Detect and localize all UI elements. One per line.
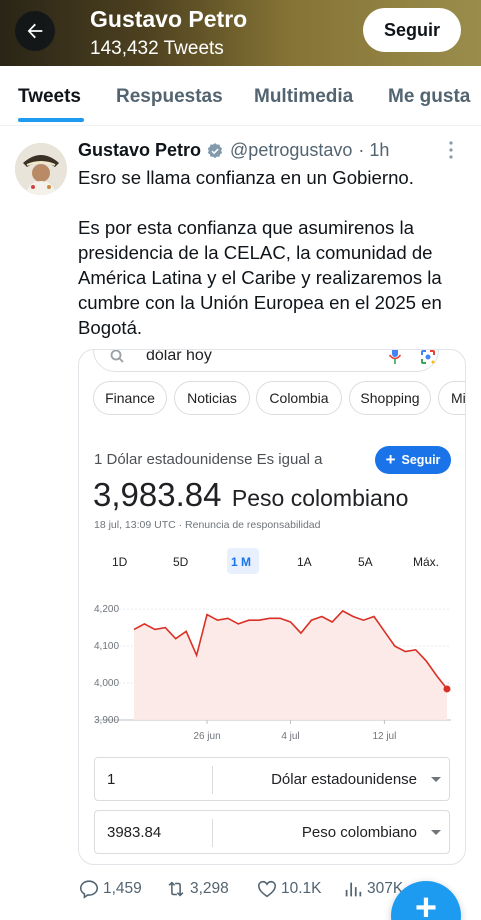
range-max[interactable]: Máx.	[413, 555, 439, 569]
chip-finance[interactable]: Finance	[93, 381, 167, 415]
analytics-icon	[345, 882, 362, 897]
range-5d[interactable]: 5D	[173, 555, 188, 569]
tweet-text: Esro se llama confianza en un Gobierno. …	[78, 165, 473, 340]
range-1a[interactable]: 1A	[297, 555, 312, 569]
tweet-time: · 1h	[358, 140, 390, 160]
active-tab-indicator	[18, 118, 84, 122]
retweet-count: 3,298	[190, 880, 229, 897]
exchange-rate: 3,983.84 Peso colombiano	[93, 476, 408, 514]
dropdown-caret-icon	[431, 830, 441, 835]
profile-tabs: Tweets Respuestas Multimedia Me gusta	[0, 66, 481, 126]
y-tick-label: 4,000	[94, 678, 119, 689]
from-amount[interactable]: 1	[107, 771, 115, 788]
dropdown-caret-icon	[431, 777, 441, 782]
reply-icon	[79, 880, 99, 899]
tweet-header: Gustavo Petro @petrogustavo · 1h	[78, 140, 389, 161]
y-tick-label: 3,900	[94, 715, 119, 726]
x-tick-label: 26 jun	[193, 731, 220, 742]
chip-noticias[interactable]: Noticias	[174, 381, 250, 415]
divider	[212, 766, 213, 794]
tweet-text-line1: Esro se llama confianza en un Gobierno.	[78, 167, 414, 188]
plus-icon: +	[414, 887, 438, 920]
tab-respuestas[interactable]: Respuestas	[116, 86, 223, 108]
google-follow-button[interactable]: + Seguir	[375, 446, 451, 474]
more-options-icon[interactable]	[448, 140, 454, 165]
search-icon	[110, 350, 124, 363]
heart-icon	[257, 880, 277, 898]
last-point-marker	[443, 685, 451, 693]
verified-badge-icon	[207, 142, 223, 158]
views-button[interactable]: 307K	[342, 878, 403, 900]
arrow-left-icon	[27, 23, 43, 39]
like-count: 10.1K	[281, 880, 322, 897]
plus-icon: +	[385, 449, 396, 469]
reply-count: 1,459	[103, 880, 142, 897]
tweet-handle[interactable]: @petrogustavo	[230, 140, 352, 161]
chip-colombia[interactable]: Colombia	[256, 381, 342, 415]
y-tick-label: 4,100	[94, 641, 119, 652]
divider	[212, 819, 213, 847]
retweet-button[interactable]: 3,298	[165, 878, 229, 900]
tweet-image-google-converter[interactable]: dólar hoy Finance Noticias Colombia Shop…	[78, 349, 466, 865]
google-search-bar: dólar hoy	[93, 349, 439, 372]
back-button[interactable]	[15, 11, 55, 51]
x-tick-label: 4 jul	[281, 731, 299, 742]
chip-shopping[interactable]: Shopping	[349, 381, 431, 415]
from-currency-row[interactable]: 1 Dólar estadounidense	[94, 757, 450, 801]
rate-value: 3,983.84	[93, 476, 222, 513]
tab-multimedia[interactable]: Multimedia	[254, 86, 353, 108]
profile-name: Gustavo Petro	[90, 6, 248, 32]
tweet-count: 143,432 Tweets	[90, 38, 224, 59]
x-tick-label: 12 jul	[372, 731, 396, 742]
range-5a[interactable]: 5A	[358, 555, 373, 569]
range-1d[interactable]: 1D	[112, 555, 127, 569]
chip-mi[interactable]: Mi	[438, 381, 465, 415]
y-tick-label: 4,200	[94, 604, 119, 615]
range-1m[interactable]: 1 M	[231, 555, 251, 569]
avatar-image	[15, 143, 67, 195]
avatar[interactable]	[15, 143, 67, 195]
profile-header: Gustavo Petro 143,432 Tweets Seguir	[0, 0, 481, 66]
exchange-rate-chart[interactable]: 4,200 4,100 4,000 3,900 26 jun 4 jul 12 jul	[79, 590, 466, 750]
follow-button[interactable]: Seguir	[363, 8, 461, 52]
to-amount[interactable]: 3983.84	[107, 824, 161, 841]
google-lens-icon	[421, 350, 435, 364]
tab-me-gusta[interactable]: Me gusta	[388, 86, 470, 108]
retweet-icon	[168, 881, 184, 897]
to-currency-row[interactable]: 3983.84 Peso colombiano	[94, 810, 450, 854]
like-button[interactable]: 10.1K	[256, 878, 322, 900]
rate-timestamp: 18 jul, 13:09 UTC · Renuncia de responsa…	[94, 519, 321, 531]
to-currency-select[interactable]: Peso colombiano	[302, 824, 417, 841]
search-query: dólar hoy	[146, 349, 212, 364]
microphone-icon	[388, 350, 402, 364]
rate-currency: Peso colombiano	[231, 485, 409, 511]
tab-tweets[interactable]: Tweets	[18, 86, 81, 108]
tweet-text-paragraph2: Es por esta confianza que asumirenos la …	[78, 217, 442, 338]
tweet-author-name[interactable]: Gustavo Petro	[78, 140, 201, 161]
reply-button[interactable]: 1,459	[78, 878, 142, 900]
conversion-label: 1 Dólar estadounidense Es igual a	[94, 451, 323, 468]
chart-area	[134, 610, 447, 720]
google-follow-label: Seguir	[401, 453, 441, 467]
from-currency-select[interactable]: Dólar estadounidense	[271, 771, 417, 788]
